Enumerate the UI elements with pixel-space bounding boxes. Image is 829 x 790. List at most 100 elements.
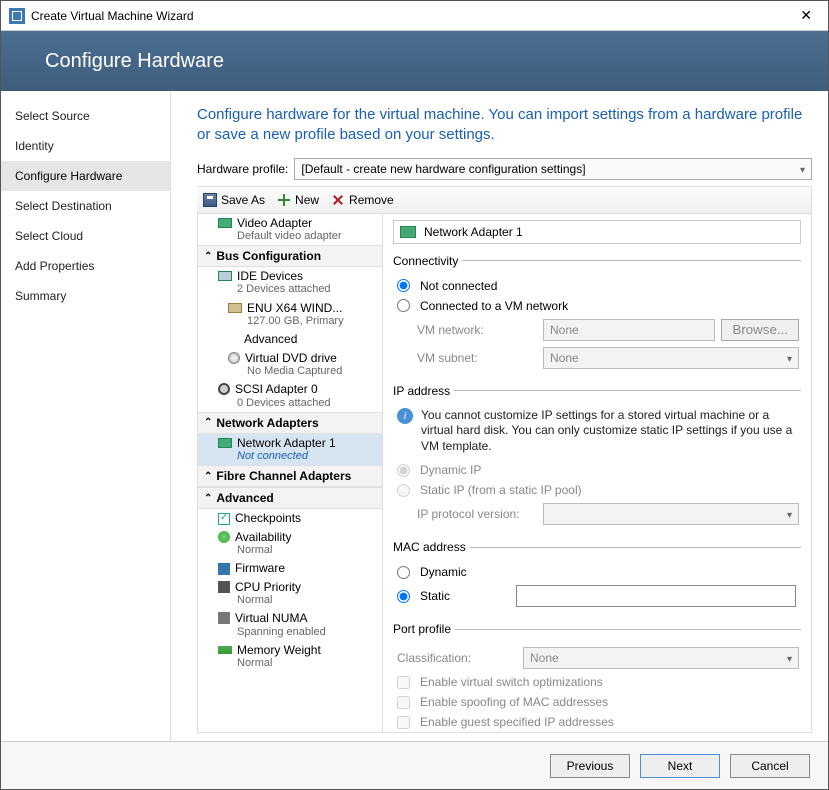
- radio-dynamic-ip: [397, 464, 410, 477]
- ip-info-text: You cannot customize IP settings for a s…: [421, 408, 799, 455]
- collapse-icon: ⌃: [204, 471, 212, 482]
- tree-nic1[interactable]: Network Adapter 1 Not connected: [198, 434, 382, 466]
- radio-mac-static[interactable]: [397, 590, 410, 603]
- collapse-icon: ⌃: [204, 417, 212, 428]
- save-as-button[interactable]: Save As: [203, 193, 265, 207]
- banner-heading: Configure Hardware: [45, 50, 224, 73]
- connectivity-legend: Connectivity: [393, 254, 462, 268]
- ip-proto-label: IP protocol version:: [417, 507, 537, 521]
- details-header: Network Adapter 1: [393, 220, 801, 244]
- classification-combo[interactable]: None: [523, 647, 799, 669]
- wizard-footer: Previous Next Cancel: [1, 741, 828, 789]
- step-identity[interactable]: Identity: [1, 131, 170, 161]
- video-icon: [218, 218, 232, 228]
- check-guest-ip: [397, 716, 410, 729]
- browse-button: Browse...: [721, 319, 799, 341]
- hw-profile-value: [Default - create new hardware configura…: [301, 162, 585, 176]
- cpu-icon: [218, 581, 230, 593]
- disc-icon: [228, 352, 240, 364]
- previous-button[interactable]: Previous: [550, 754, 630, 778]
- save-icon: [203, 193, 217, 207]
- radio-not-connected[interactable]: [397, 279, 410, 292]
- step-select-cloud[interactable]: Select Cloud: [1, 221, 170, 251]
- chevron-down-icon: [787, 651, 792, 665]
- radio-mac-dynamic[interactable]: [397, 566, 410, 579]
- vm-network-field: None: [543, 319, 715, 341]
- step-select-destination[interactable]: Select Destination: [1, 191, 170, 221]
- check-vswitch-opt: [397, 676, 410, 689]
- check-mac-spoof: [397, 696, 410, 709]
- label-static-ip: Static IP (from a static IP pool): [420, 483, 582, 497]
- tree-checkpoints[interactable]: Checkpoints: [198, 509, 382, 527]
- label-connected: Connected to a VM network: [420, 299, 568, 313]
- collapse-icon: ⌃: [204, 251, 212, 262]
- label-not-connected: Not connected: [420, 279, 497, 293]
- group-connectivity: Connectivity Not connected Connected to …: [393, 254, 801, 374]
- tree-firmware[interactable]: Firmware: [198, 559, 382, 577]
- tree-cat-advanced[interactable]: ⌃Advanced: [198, 487, 382, 509]
- remove-icon: [331, 193, 345, 207]
- step-configure-hardware[interactable]: Configure Hardware: [1, 161, 170, 191]
- tree-cat-bus[interactable]: ⌃Bus Configuration: [198, 245, 382, 267]
- tree-memory-weight[interactable]: Memory Weight Normal: [198, 641, 382, 673]
- chevron-down-icon: [787, 507, 792, 521]
- tree-dvd[interactable]: Virtual DVD drive No Media Captured: [198, 349, 382, 381]
- radio-static-ip: [397, 484, 410, 497]
- wizard-steps: Select Source Identity Configure Hardwar…: [1, 91, 171, 741]
- group-ip: IP address i You cannot customize IP set…: [393, 384, 801, 531]
- radio-connected[interactable]: [397, 299, 410, 312]
- classification-label: Classification:: [397, 651, 517, 665]
- label-vswitch-opt: Enable virtual switch optimizations: [420, 675, 603, 689]
- titlebar: Create Virtual Machine Wizard ✕: [1, 1, 828, 31]
- group-port-profile: Port profile Classification: None Enable…: [393, 622, 801, 732]
- hw-profile-label: Hardware profile:: [197, 162, 288, 176]
- tree-scsi[interactable]: SCSI Adapter 0 0 Devices attached: [198, 380, 382, 412]
- plus-icon: [277, 193, 291, 207]
- chevron-down-icon: [787, 351, 792, 365]
- remove-button[interactable]: Remove: [331, 193, 394, 207]
- label-mac-static: Static: [420, 589, 450, 603]
- tree-availability[interactable]: Availability Normal: [198, 528, 382, 560]
- step-summary[interactable]: Summary: [1, 281, 170, 311]
- nic-icon: [218, 438, 232, 448]
- details-pane: Network Adapter 1 Connectivity Not conne…: [383, 214, 811, 733]
- availability-icon: [218, 531, 230, 543]
- tree-numa[interactable]: Virtual NUMA Spanning enabled: [198, 609, 382, 641]
- hw-profile-combo[interactable]: [Default - create new hardware configura…: [294, 158, 812, 180]
- tree-hdd[interactable]: ENU X64 WIND... 127.00 GB, Primary: [198, 299, 382, 331]
- step-add-properties[interactable]: Add Properties: [1, 251, 170, 281]
- collapse-icon: ⌃: [204, 493, 212, 504]
- step-select-source[interactable]: Select Source: [1, 101, 170, 131]
- ip-legend: IP address: [393, 384, 454, 398]
- hw-toolbar: Save As New Remove: [197, 186, 812, 214]
- tree-advanced-child[interactable]: Advanced: [198, 330, 382, 348]
- wizard-banner: Configure Hardware: [1, 31, 828, 91]
- firmware-icon: [218, 563, 230, 575]
- tree-cat-network[interactable]: ⌃Network Adapters: [198, 412, 382, 434]
- chevron-down-icon: [800, 162, 805, 176]
- close-icon[interactable]: ✕: [792, 7, 820, 24]
- memory-icon: [218, 646, 232, 654]
- app-icon: [9, 8, 25, 24]
- intro-text: Configure hardware for the virtual machi…: [197, 105, 812, 146]
- next-button[interactable]: Next: [640, 754, 720, 778]
- hdd-icon: [228, 303, 242, 313]
- numa-icon: [218, 612, 230, 624]
- cancel-button[interactable]: Cancel: [730, 754, 810, 778]
- tree-ide[interactable]: IDE Devices 2 Devices attached: [198, 267, 382, 299]
- scsi-icon: [218, 383, 230, 395]
- new-button[interactable]: New: [277, 193, 319, 207]
- nic-icon: [400, 226, 416, 238]
- mac-legend: MAC address: [393, 540, 470, 554]
- tree-cpu-priority[interactable]: CPU Priority Normal: [198, 578, 382, 610]
- tree-cat-fc[interactable]: ⌃Fibre Channel Adapters: [198, 465, 382, 487]
- hardware-tree[interactable]: Video Adapter Default video adapter ⌃Bus…: [198, 214, 383, 733]
- mac-static-input[interactable]: [516, 585, 796, 607]
- tree-video-adapter[interactable]: Video Adapter Default video adapter: [198, 214, 382, 246]
- label-guest-ip: Enable guest specified IP addresses: [420, 715, 614, 729]
- port-legend: Port profile: [393, 622, 455, 636]
- remove-label: Remove: [349, 193, 394, 207]
- ide-icon: [218, 271, 232, 281]
- details-title: Network Adapter 1: [424, 225, 523, 239]
- save-as-label: Save As: [221, 193, 265, 207]
